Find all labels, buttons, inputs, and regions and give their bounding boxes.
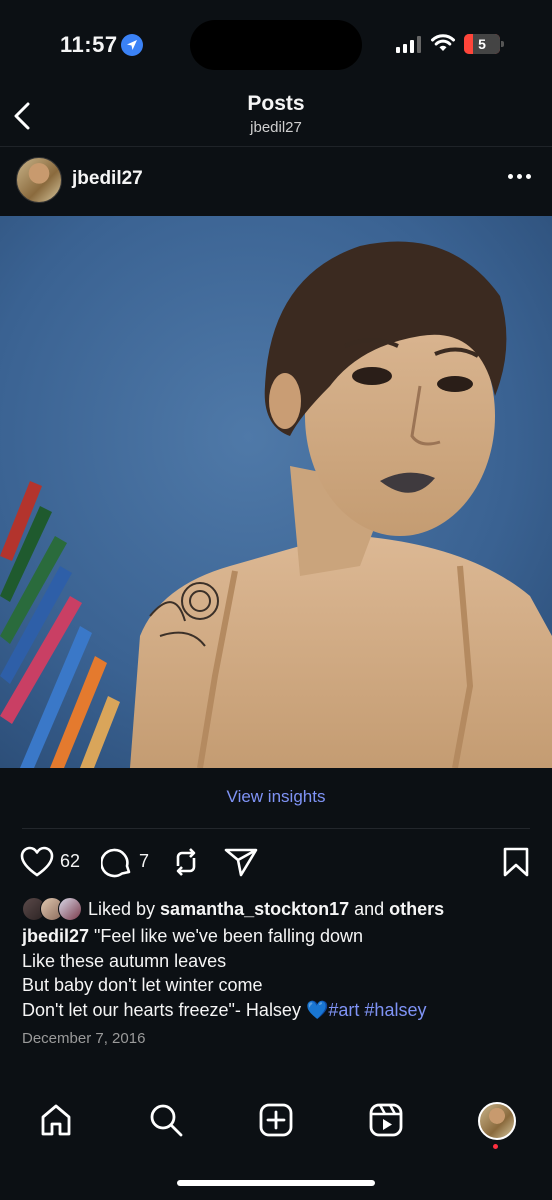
post-image[interactable] (0, 216, 552, 768)
battery-level: 5 (478, 36, 486, 52)
status-time: 11:57 (60, 32, 118, 57)
dynamic-island (190, 20, 362, 70)
location-arrow-icon (121, 34, 143, 56)
post-date: December 7, 2016 (22, 1030, 146, 1047)
caption-line: "Feel like we've been falling down (89, 926, 364, 946)
caption-username[interactable]: jbedil27 (22, 926, 89, 946)
reels-icon[interactable] (368, 1102, 404, 1143)
create-icon[interactable] (258, 1102, 294, 1143)
page-title: Posts (247, 92, 305, 115)
comment-count[interactable]: 7 (139, 851, 149, 872)
divider (22, 828, 530, 829)
bottom-nav (0, 1090, 552, 1150)
like-count[interactable]: 62 (60, 851, 80, 872)
send-icon[interactable] (224, 846, 258, 883)
status-bar: 11:57 5 (0, 0, 552, 90)
liked-by-row[interactable]: Liked by samantha_stockton17 and others (22, 896, 444, 922)
liked-by-user[interactable]: samantha_stockton17 (160, 899, 349, 920)
more-options-icon[interactable] (508, 174, 531, 179)
page-subtitle: jbedil27 (250, 119, 302, 136)
battery-icon: 5 (464, 34, 504, 54)
liked-by-and: and (349, 898, 390, 919)
notification-dot (493, 1144, 498, 1149)
bookmark-icon[interactable] (502, 846, 530, 883)
artwork-portrait-image (0, 216, 552, 768)
cellular-signal-icon (396, 36, 421, 53)
post-caption: jbedil27 "Feel like we've been falling d… (22, 924, 532, 1022)
caption-line: Don't let our hearts freeze"- Halsey (22, 999, 306, 1020)
repost-icon[interactable] (170, 846, 202, 883)
post-header: jbedil27 (0, 150, 552, 212)
home-indicator (177, 1180, 375, 1186)
caption-line: But baby don't let winter come (22, 975, 263, 995)
view-insights-link[interactable]: View insights (0, 787, 552, 807)
liker-avatars (22, 897, 82, 921)
profile-avatar[interactable] (478, 1102, 516, 1140)
heart-emoji: 💙 (305, 999, 329, 1020)
avatar[interactable] (16, 157, 62, 203)
hashtag-link[interactable]: #art (328, 1000, 359, 1020)
home-icon[interactable] (38, 1102, 74, 1143)
page-header: Posts jbedil27 (0, 90, 552, 147)
search-icon[interactable] (148, 1102, 184, 1143)
post-actions: 62 7 (0, 842, 552, 882)
caption-line: Like these autumn leaves (22, 950, 227, 971)
liked-by-prefix: Liked by (88, 898, 161, 919)
liked-by-others[interactable]: others (389, 899, 444, 920)
comment-icon[interactable] (100, 846, 133, 883)
wifi-icon (430, 33, 456, 58)
heart-icon[interactable] (20, 846, 54, 883)
post-username[interactable]: jbedil27 (72, 168, 143, 190)
hashtag-link[interactable]: #halsey (364, 1000, 426, 1020)
